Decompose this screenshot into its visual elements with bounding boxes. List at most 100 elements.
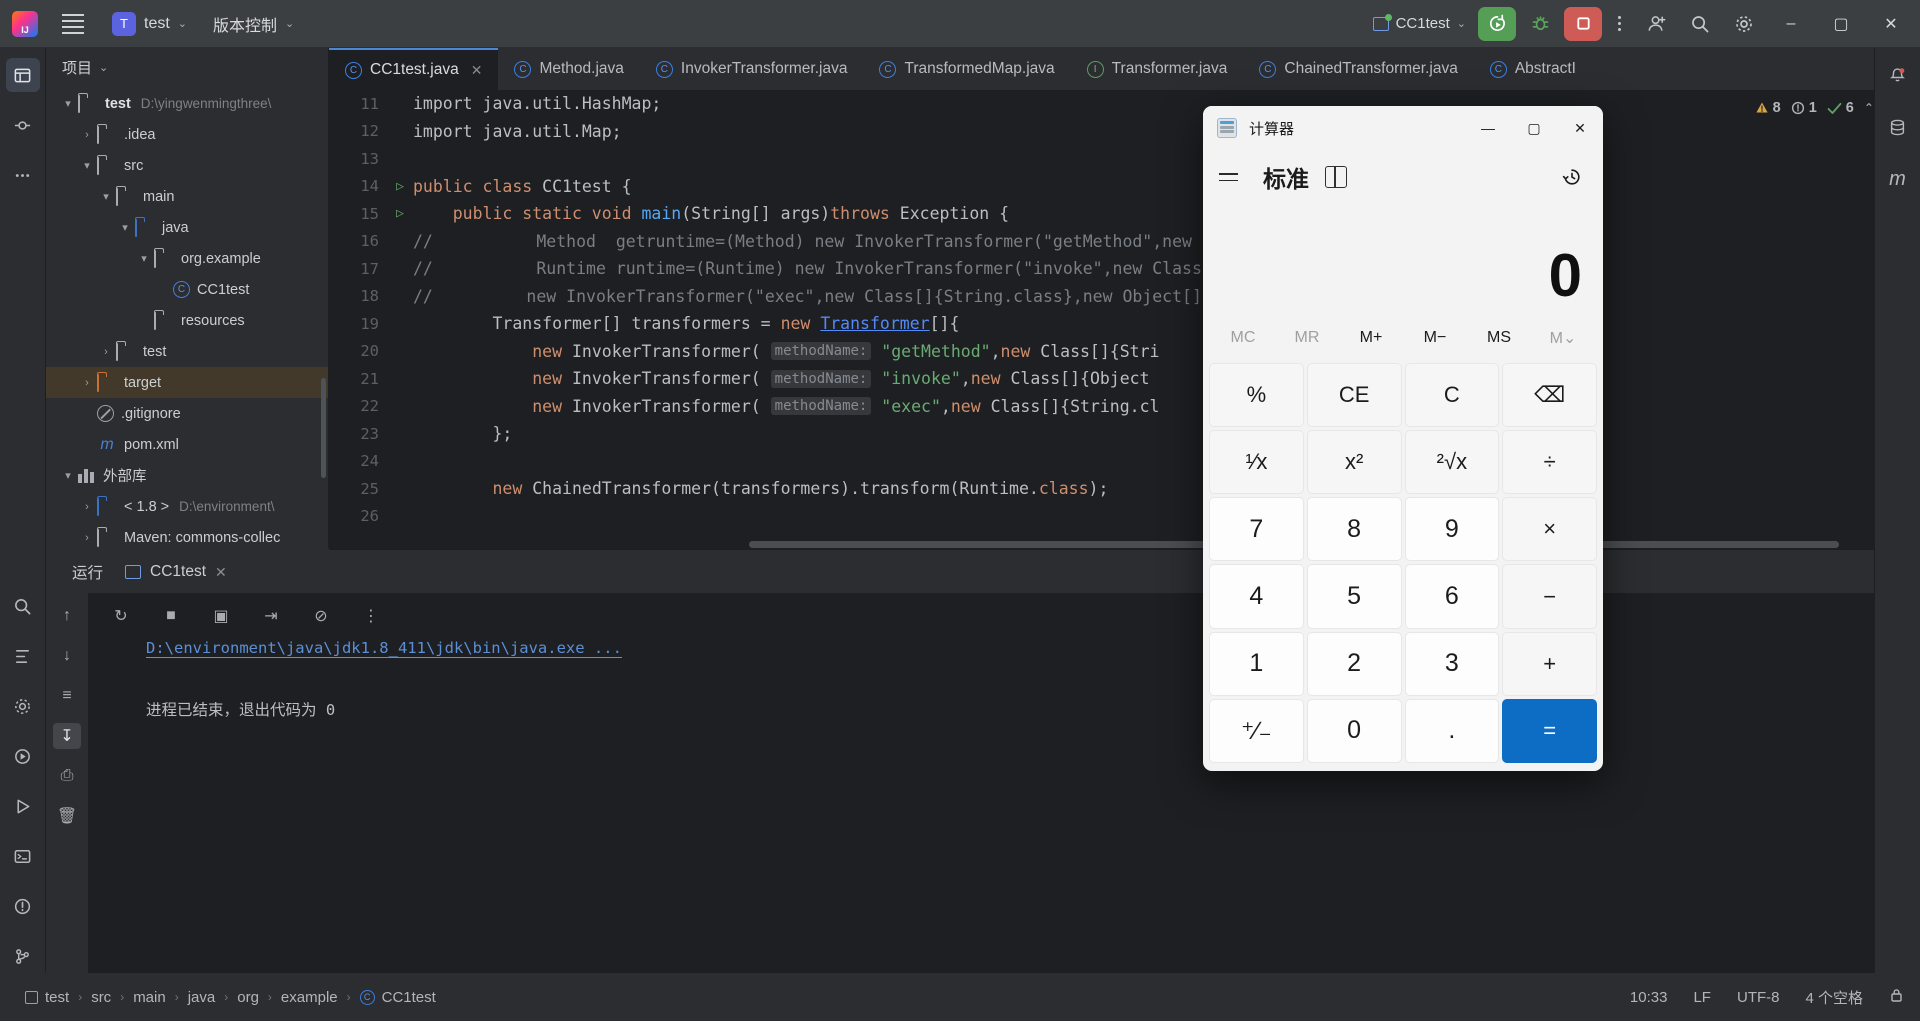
nine-key[interactable]: 9: [1404, 497, 1500, 562]
clear-entry-key[interactable]: CE: [1306, 363, 1402, 428]
memory-mc-button[interactable]: MC: [1211, 323, 1275, 353]
breadcrumb-item-test[interactable]: test: [16, 989, 78, 1006]
filter-icon[interactable]: ⊘: [306, 602, 336, 630]
services-tool-icon[interactable]: [6, 739, 40, 773]
file-encoding[interactable]: UTF-8: [1737, 989, 1780, 1006]
git-branch-icon[interactable]: [6, 939, 40, 973]
memory-m-button[interactable]: M−: [1403, 323, 1467, 353]
project-panel-header[interactable]: 项目 ⌄: [46, 48, 328, 86]
decimal-key[interactable]: .: [1404, 698, 1500, 763]
main-menu-icon[interactable]: [56, 9, 90, 39]
line-separator[interactable]: LF: [1693, 989, 1711, 1006]
run-gutter-icon[interactable]: ▷: [387, 179, 413, 194]
calculator-menu-icon[interactable]: [1219, 164, 1247, 190]
tree-item-test[interactable]: ▾ test D:\yingwenmingthree\: [46, 88, 328, 119]
four-key[interactable]: 4: [1209, 564, 1304, 629]
breadcrumb-item-cc1test[interactable]: C CC1test: [351, 989, 445, 1006]
breadcrumb-item-example[interactable]: example: [272, 989, 347, 1006]
terminal-tool-icon[interactable]: [6, 839, 40, 873]
run-panel-tab[interactable]: CC1test ✕: [125, 563, 227, 581]
calculator-maximize-button[interactable]: ▢: [1511, 106, 1557, 150]
notifications-icon[interactable]: [1881, 58, 1915, 92]
close-tab-icon[interactable]: ✕: [471, 62, 483, 79]
calculator-minimize-button[interactable]: —: [1465, 106, 1511, 150]
caret-position[interactable]: 10:33: [1630, 989, 1668, 1006]
database-icon[interactable]: [1881, 110, 1915, 144]
sign-key[interactable]: ⁺∕₋: [1209, 698, 1304, 763]
commit-tool-icon[interactable]: [6, 108, 40, 142]
backspace-key[interactable]: ⌫: [1502, 363, 1597, 428]
tree-item-target[interactable]: › target: [46, 367, 328, 398]
percent-key[interactable]: %: [1209, 363, 1304, 428]
run-tool-icon[interactable]: [6, 789, 40, 823]
tree-item-test[interactable]: › test: [46, 336, 328, 367]
maximize-button[interactable]: ▢: [1818, 0, 1864, 48]
minimize-button[interactable]: –: [1768, 0, 1814, 48]
keep-on-top-icon[interactable]: [1325, 166, 1347, 188]
chevron-down-icon[interactable]: ▾: [77, 159, 97, 172]
add-key[interactable]: +: [1502, 631, 1597, 696]
chevron-right-icon[interactable]: ›: [77, 532, 97, 544]
soft-wrap-icon[interactable]: ≡: [53, 683, 81, 709]
chevron-down-icon[interactable]: ▾: [96, 190, 116, 203]
code-content[interactable]: 11 import java.util.HashMap; 12 import java…: [329, 90, 1920, 550]
tree-item-java[interactable]: ▾ java: [46, 212, 328, 243]
calculator-title-bar[interactable]: 计算器 — ▢ ✕: [1203, 106, 1603, 150]
run-gutter-icon[interactable]: ▷: [387, 206, 413, 221]
zero-key[interactable]: 0: [1306, 698, 1402, 763]
three-key[interactable]: 3: [1404, 631, 1500, 696]
multiply-key[interactable]: ×: [1502, 497, 1597, 562]
print-icon[interactable]: ⎙: [53, 763, 81, 789]
editor-tab-cc1test[interactable]: C CC1test.java ✕: [329, 48, 499, 90]
chevron-down-icon[interactable]: ▾: [134, 252, 154, 265]
code-editor[interactable]: 11 import java.util.HashMap; 12 import java…: [329, 90, 1920, 550]
clear-key[interactable]: C: [1404, 363, 1500, 428]
close-icon[interactable]: ✕: [215, 564, 227, 581]
square-key[interactable]: x²: [1306, 430, 1402, 495]
calculator-close-button[interactable]: ✕: [1557, 106, 1603, 150]
structure-tool-icon[interactable]: [6, 639, 40, 673]
one-key[interactable]: 1: [1209, 631, 1304, 696]
memory-m-button[interactable]: M+: [1339, 323, 1403, 353]
account-icon[interactable]: [1636, 4, 1676, 44]
chevron-down-icon[interactable]: ▾: [115, 221, 135, 234]
eight-key[interactable]: 8: [1306, 497, 1402, 562]
settings-gear-icon[interactable]: [1724, 4, 1764, 44]
breadcrumb-item-org[interactable]: org: [228, 989, 268, 1006]
run-configuration-selector[interactable]: CC1test ⌄: [1365, 11, 1474, 36]
calculator-window[interactable]: 计算器 — ▢ ✕ 标准 0 MC MR M+ M− MS M⌄ % CE C ⌫ ¹⁄x x² ²√…: [1203, 106, 1603, 771]
tree-item-gitignore[interactable]: ›.gitignore: [46, 398, 328, 429]
export-icon[interactable]: ⇥: [256, 602, 286, 630]
chevron-down-icon[interactable]: ▾: [58, 469, 78, 482]
more-tool-icon[interactable]: [6, 158, 40, 192]
breadcrumb-item-src[interactable]: src: [82, 989, 120, 1006]
find-tool-icon[interactable]: [6, 589, 40, 623]
search-icon[interactable]: [1680, 4, 1720, 44]
chevron-down-icon[interactable]: ▾: [58, 97, 78, 110]
breadcrumb-item-main[interactable]: main: [124, 989, 175, 1006]
editor-tab-transformer[interactable]: I Transformer.java: [1071, 48, 1244, 90]
tree-item-main[interactable]: ▾ main: [46, 181, 328, 212]
weak-warning-count[interactable]: 1: [1791, 100, 1817, 116]
tree-item-src[interactable]: ▾ src: [46, 150, 328, 181]
memory-ms-button[interactable]: MS: [1467, 323, 1531, 353]
memory-mr-button[interactable]: MR: [1275, 323, 1339, 353]
tree-item-idea[interactable]: › .idea: [46, 119, 328, 150]
editor-tab-method[interactable]: C Method.java: [498, 48, 639, 90]
chevron-right-icon[interactable]: ›: [77, 501, 97, 513]
camera-icon[interactable]: ▣: [206, 602, 236, 630]
stop-icon[interactable]: ■: [156, 602, 186, 630]
scroll-to-end-icon[interactable]: ↧: [53, 723, 81, 749]
more-icon[interactable]: ⋮: [356, 602, 386, 630]
seven-key[interactable]: 7: [1209, 497, 1304, 562]
tree-item-pom-xml[interactable]: ›mpom.xml: [46, 429, 328, 460]
divide-key[interactable]: ÷: [1502, 430, 1597, 495]
tree-item-[interactable]: ▾ 外部库: [46, 460, 328, 491]
scroll-down-icon[interactable]: ↓: [53, 643, 81, 669]
warning-count[interactable]: 8: [1755, 100, 1781, 116]
chevron-right-icon[interactable]: ›: [77, 377, 97, 389]
indent-setting[interactable]: 4 个空格: [1805, 987, 1863, 1008]
editor-tab-invokertransformer[interactable]: C InvokerTransformer.java: [640, 48, 864, 90]
editor-tab-transformedmap[interactable]: C TransformedMap.java: [863, 48, 1070, 90]
tree-item-1-8[interactable]: › < 1.8 > D:\environment\: [46, 491, 328, 522]
